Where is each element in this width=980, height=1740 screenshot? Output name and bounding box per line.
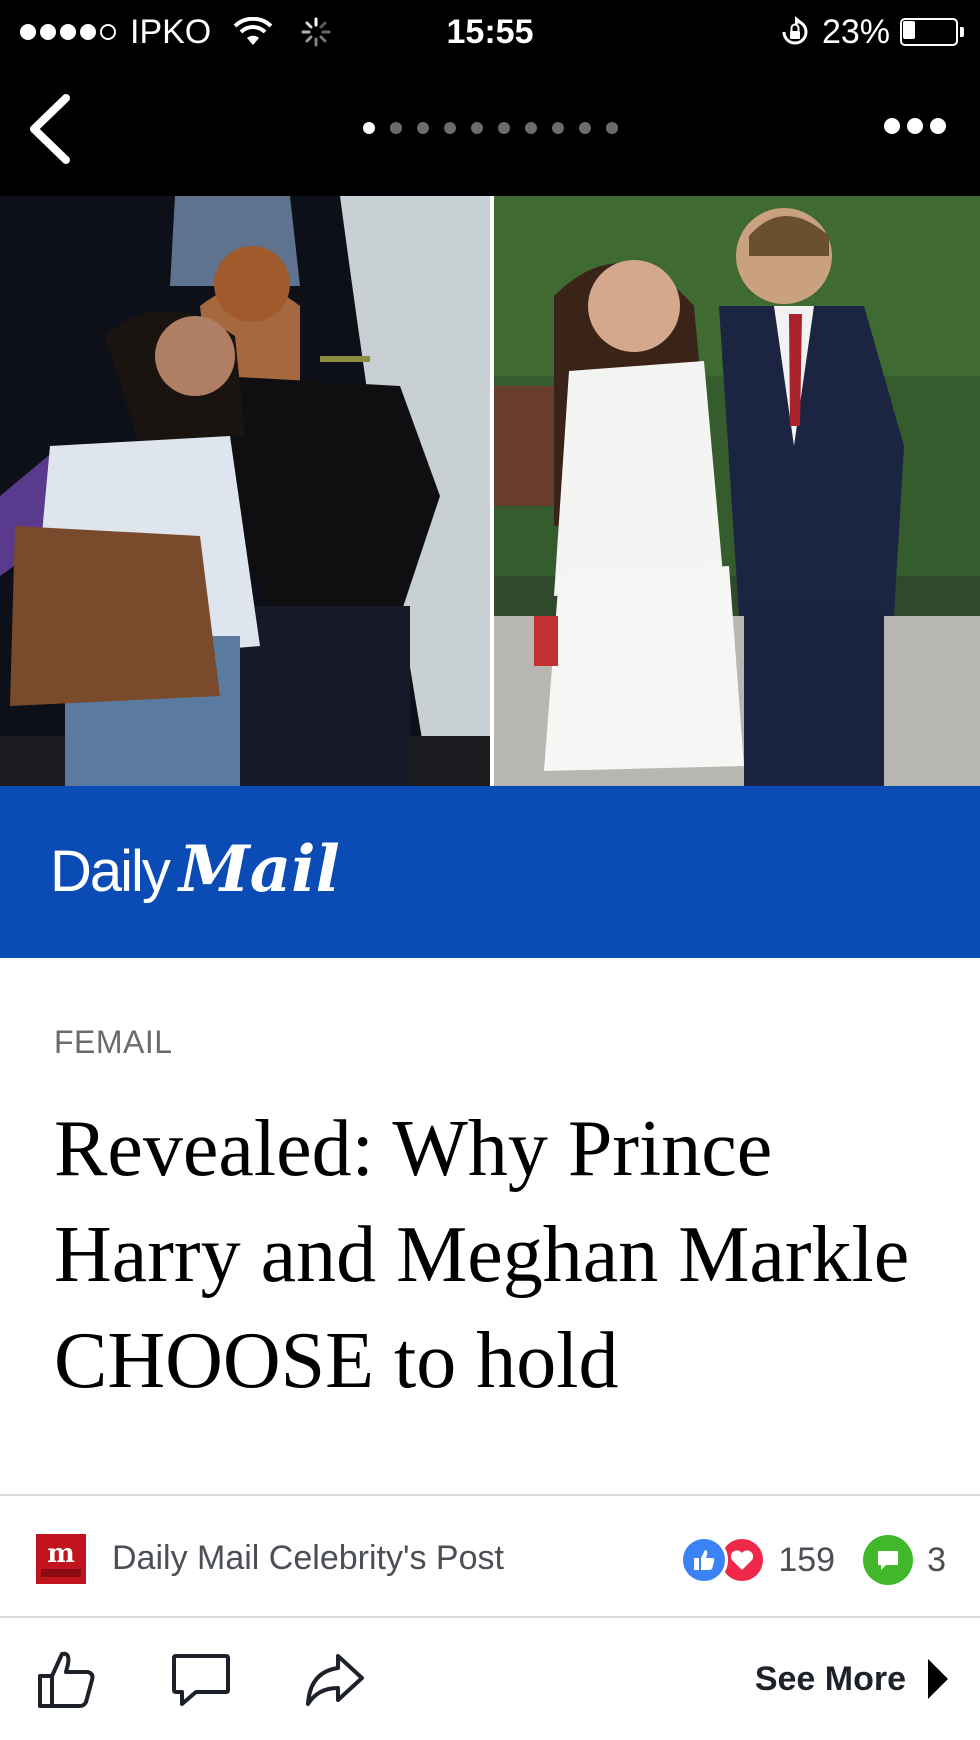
- photo-right: [494, 196, 980, 786]
- page-dot: [362, 122, 375, 134]
- daily-mail-logo: Daily Mail: [50, 832, 340, 912]
- comment-icon[interactable]: [170, 1648, 232, 1710]
- page-dot: [470, 122, 483, 134]
- ellipsis-icon[interactable]: [884, 118, 946, 134]
- page-dot: [497, 122, 510, 134]
- status-right: 23%: [778, 10, 964, 54]
- thumbs-up-icon[interactable]: [36, 1648, 98, 1710]
- status-bar: IPKO 15:55 23%: [0, 0, 980, 62]
- page-dot: [416, 122, 429, 134]
- logo-mail: Mail: [178, 832, 340, 907]
- page-dot: [605, 122, 618, 134]
- post-info-bar: m Daily Mail Celebrity's Post 159 3: [0, 1494, 980, 1618]
- page-dot: [389, 122, 402, 134]
- top-navigation-bar: [0, 62, 980, 196]
- photo-left: [0, 196, 490, 786]
- hero-image[interactable]: [0, 196, 980, 786]
- article-preview[interactable]: FEMAIL Revealed: Why Prince Harry and Me…: [0, 958, 980, 1494]
- comment-count: 3: [927, 1540, 946, 1579]
- comment-count-icon: [863, 1535, 914, 1585]
- caret-right-icon: [928, 1659, 948, 1699]
- logo-daily: Daily: [50, 839, 171, 904]
- post-page-name[interactable]: Daily Mail Celebrity's Post: [112, 1534, 504, 1582]
- see-more-label: See More: [754, 1659, 906, 1698]
- like-icon: [680, 1536, 729, 1584]
- page-avatar[interactable]: m: [36, 1534, 86, 1584]
- article-headline: Revealed: Why Prince Harry and Meghan Ma…: [54, 1105, 910, 1405]
- reaction-count: 159: [778, 1540, 836, 1579]
- page-indicator: [0, 122, 980, 134]
- battery-icon: [900, 18, 964, 46]
- battery-percent: 23%: [821, 12, 890, 51]
- page-dot: [524, 122, 537, 134]
- action-bar: See More: [0, 1618, 980, 1740]
- reactions-summary[interactable]: 159 3: [680, 1534, 946, 1586]
- brand-banner[interactable]: Daily Mail: [0, 786, 980, 958]
- article-section: FEMAIL: [54, 1024, 173, 1060]
- see-more-button[interactable]: See More: [755, 1648, 948, 1710]
- rotation-lock-icon: [782, 16, 808, 45]
- page-dot: [551, 122, 564, 134]
- share-icon[interactable]: [304, 1648, 366, 1710]
- page-dot: [443, 122, 456, 134]
- page-dot: [578, 122, 591, 134]
